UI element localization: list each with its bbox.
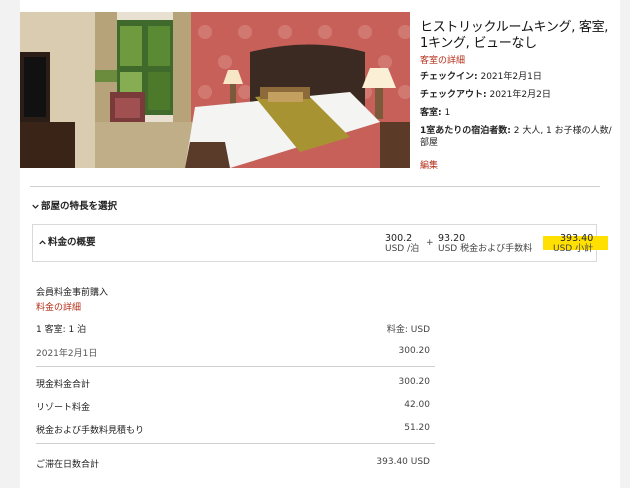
nightly-rate-unit: USD /泊 xyxy=(385,244,420,254)
room-nights-label: 1 客室: 1 泊 xyxy=(36,325,87,335)
rate-summary-label: 料金の概要 xyxy=(48,237,96,248)
room-title: ヒストリックルームキング, 客室, 1キング, ビューなし xyxy=(420,20,609,51)
tax-estimate-value: 51.20 xyxy=(404,423,430,433)
chevron-down-icon xyxy=(32,204,39,209)
guests-line: 1室あたりの宿泊者数: 2 大人, 1 お子様の人数/部屋 xyxy=(420,125,616,149)
rate-summary-toggle[interactable]: 料金の概要 xyxy=(39,234,96,248)
rate-summary: 料金の概要 300.2 USD /泊 + 93.20 USD 税金および手数料 … xyxy=(32,224,608,262)
rooms-line: 客室: 1 xyxy=(420,107,450,119)
rate-currency: 料金: USD xyxy=(386,325,430,335)
features-toggle[interactable]: 部屋の特長を選択 xyxy=(32,198,117,212)
stay-total-label: ご滞在日数合計 xyxy=(36,460,100,470)
subtotal-value: 393.40 xyxy=(560,233,594,244)
plus-sign: + xyxy=(426,238,434,248)
checkout-value: 2021年2月2日 xyxy=(489,90,551,100)
checkout-label: チェックアウト: xyxy=(420,90,487,100)
rooms-label: 客室: xyxy=(420,108,442,118)
tax-unit: USD 税金および手数料 xyxy=(438,244,533,254)
chevron-up-icon xyxy=(39,240,46,245)
nightly-rate-value: 300.2 xyxy=(385,233,413,244)
tax-estimate-label: 税金および手数料見積もり xyxy=(36,426,145,436)
section-divider xyxy=(30,186,600,187)
room-details-link[interactable]: 客室の詳細 xyxy=(420,53,465,66)
stay-total-value: 393.40 USD xyxy=(376,457,430,467)
guests-label: 1室あたりの宿泊者数: xyxy=(420,126,511,136)
features-toggle-label: 部屋の特長を選択 xyxy=(41,201,118,212)
checkout-line: チェックアウト: 2021年2月2日 xyxy=(420,89,551,101)
rate-details-link[interactable]: 料金の詳細 xyxy=(36,300,81,313)
total-divider xyxy=(36,443,435,444)
resort-fee-label: リゾート料金 xyxy=(36,403,91,413)
cash-total-value: 300.20 xyxy=(398,377,431,387)
rooms-value: 1 xyxy=(444,108,451,118)
stay-date-amount: 300.20 xyxy=(398,346,431,356)
booking-card: ヒストリックルームキング, 客室, 1キング, ビューなし 客室の詳細 チェック… xyxy=(20,0,620,488)
cash-total-label: 現金料金合計 xyxy=(36,380,91,390)
resort-fee-value: 42.00 xyxy=(404,400,430,410)
breakdown-divider xyxy=(36,366,435,367)
subtotal-unit: USD 小計 xyxy=(553,244,594,254)
checkin-label: チェックイン: xyxy=(420,72,478,82)
checkin-value: 2021年2月1日 xyxy=(480,72,542,82)
room-photo xyxy=(20,12,410,168)
edit-link[interactable]: 編集 xyxy=(420,158,438,171)
member-rate-label: 会員料金事前購入 xyxy=(36,288,109,298)
stay-date: 2021年2月1日 xyxy=(36,349,98,359)
tax-value: 93.20 xyxy=(438,233,466,244)
checkin-line: チェックイン: 2021年2月1日 xyxy=(420,71,542,83)
